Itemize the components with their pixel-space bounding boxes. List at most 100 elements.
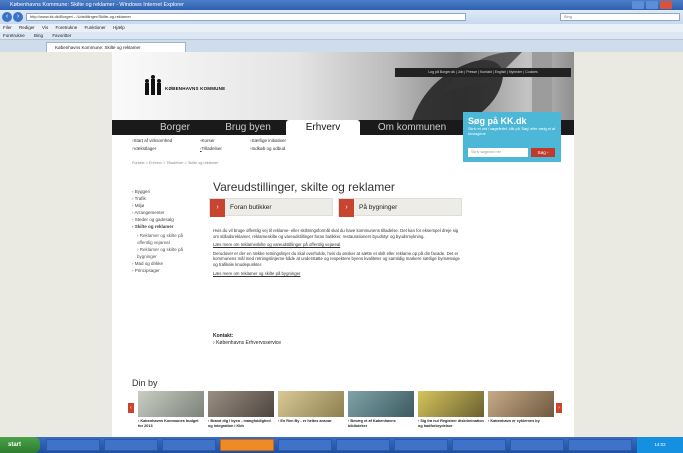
contact-box: Kontakt: › Københavns Erhvervsservice — [213, 333, 281, 347]
contact-link[interactable]: › Københavns Erhvervsservice — [213, 340, 281, 347]
arrow-right-icon: › — [339, 199, 354, 217]
start-button[interactable]: start — [0, 437, 40, 453]
window-title: Københavns Kommune: Skilte og reklamer -… — [10, 2, 184, 8]
carousel-caption-text: Bevæg et af Københavns biblioteker — [348, 419, 396, 428]
carousel-item[interactable]: › En Ren By - er heltes ansvar — [278, 391, 344, 424]
browser-tab[interactable]: Københavns Kommune: Skilte og reklamer — [46, 42, 186, 52]
nav-brug-byen[interactable]: Brug byen — [210, 120, 286, 135]
system-tray-clock[interactable]: 14:02 — [637, 437, 683, 453]
left-nav-item-active[interactable]: › Skilte og reklamer — [132, 223, 200, 230]
menu-help[interactable]: Hjælp — [113, 25, 125, 30]
din-by-title: Din by — [132, 378, 158, 388]
carousel-item[interactable]: › Bevæg et af Københavns biblioteker — [348, 391, 414, 428]
subnav-kurser[interactable]: › Kurser — [200, 137, 215, 144]
top-links[interactable]: Log på Borger.dk | Job | Presse | Kontak… — [395, 68, 571, 77]
carousel-item[interactable]: › Brand dig i byen - mangfoldighed og in… — [208, 391, 274, 428]
left-nav-subitem[interactable]: › Reklamer og skilte på bygninger — [132, 246, 192, 260]
left-nav-label: Miljø — [134, 203, 145, 208]
page-title: Vareudstillinger, skilte og reklamer — [213, 180, 395, 194]
subnav-tilladelser[interactable]: › Tilladelser — [200, 145, 222, 152]
carousel-image — [208, 391, 274, 417]
paa-bygninger-button[interactable]: › På bygninger — [338, 198, 462, 217]
subnav-indkoeb[interactable]: › Indkøb og udbud — [250, 145, 285, 152]
nav-erhverv[interactable]: Erhverv — [286, 120, 360, 135]
left-nav-label: Principsager — [134, 268, 160, 273]
menu-tools[interactable]: Funktioner — [85, 25, 106, 30]
subnav-start[interactable]: › Start af virksomhed — [132, 137, 172, 144]
taskbar-button[interactable] — [452, 439, 506, 451]
menu-view[interactable]: Vis — [42, 25, 48, 30]
carousel-prev-icon[interactable]: ‹ — [128, 403, 134, 413]
taskbar-button-active[interactable] — [220, 439, 274, 451]
subnav-vaekst[interactable]: › Vækstlager — [132, 145, 156, 152]
carousel-caption-text: København er cyklernes by — [490, 419, 540, 423]
left-nav-item[interactable]: › Mad og drikke — [132, 260, 200, 267]
carousel-image — [138, 391, 204, 417]
search-button-label: Søg — [537, 150, 546, 155]
site-search-input[interactable]: Skriv søgeord her — [468, 148, 528, 157]
left-nav-item[interactable]: › Miljø — [132, 202, 200, 209]
taskbar-button[interactable] — [394, 439, 448, 451]
left-nav-item[interactable]: › Principsager — [132, 267, 200, 274]
menu-edit[interactable]: Rediger — [19, 25, 35, 30]
taskbar-button[interactable] — [336, 439, 390, 451]
read-more-link[interactable]: Læs mere om reklameskilte og vareudstill… — [213, 242, 340, 247]
url-input[interactable]: http://www.kk.dk/Borger/.../Udstillinger… — [26, 13, 466, 21]
subnav-saerlige[interactable]: › Særlige initiativer — [250, 137, 286, 144]
favorites-label[interactable]: Foretrukne — [3, 33, 25, 38]
browser-search-input[interactable]: Bing — [560, 13, 680, 21]
minimize-button[interactable] — [632, 1, 644, 9]
bing-favorite[interactable]: Bing — [34, 33, 43, 38]
window-titlebar: Københavns Kommune: Skilte og reklamer -… — [0, 0, 683, 10]
arrow-right-icon: › — [210, 199, 225, 217]
left-nav-label: Skilte og reklamer — [134, 224, 174, 229]
sub-nav: › Start af virksomhed › Vækstlager › Kur… — [132, 137, 432, 159]
paragraph: Derudover er der en række retningslinjer… — [213, 250, 460, 267]
carousel-next-icon[interactable]: › — [556, 403, 562, 413]
forward-button[interactable]: › — [13, 12, 23, 22]
menu-favorites[interactable]: Foretrukne — [55, 25, 77, 30]
taskbar-button[interactable] — [568, 439, 632, 451]
carousel-item[interactable]: › Sig fra nu! Registrer diskrimination o… — [418, 391, 484, 428]
subnav-indkoeb-label: Indkøb og udbud — [251, 146, 286, 151]
carousel-caption: › Bevæg et af Københavns biblioteker — [348, 419, 396, 428]
carousel-item[interactable]: › København er cyklernes by — [488, 391, 554, 424]
back-button[interactable]: ‹ — [2, 12, 12, 22]
nav-om-kommunen[interactable]: Om kommunen — [364, 120, 460, 135]
left-nav-label: Byggeri — [134, 189, 151, 194]
left-nav-item[interactable]: › Arrangementer — [132, 209, 200, 216]
carousel-caption: › København er cyklernes by — [488, 419, 540, 423]
nav-borger[interactable]: Borger — [140, 120, 210, 135]
menu-file[interactable]: Filer — [3, 25, 12, 30]
left-nav-item[interactable]: › Steder og gadesalg — [132, 216, 200, 223]
left-nav-item[interactable]: › Byggeri — [132, 188, 200, 195]
carousel-image — [278, 391, 344, 417]
taskbar-button[interactable] — [162, 439, 216, 451]
breadcrumb[interactable]: Forside > Erhverv > Tilladelser > Skilte… — [132, 161, 218, 165]
left-nav-item[interactable]: › Trafik — [132, 195, 200, 202]
subnav-vaekst-label: Vækstlager — [133, 146, 157, 151]
contact-link-label: Københavns Erhvervsservice — [216, 340, 282, 346]
favorites-bar-label[interactable]: Favoritter — [52, 33, 71, 38]
left-nav-label: Steder og gadesalg — [134, 217, 174, 222]
maximize-button[interactable] — [646, 1, 658, 9]
taskbar-button[interactable] — [104, 439, 158, 451]
taskbar-button[interactable] — [278, 439, 332, 451]
left-nav-subitem[interactable]: › Reklamer og skilte på offentlig vejare… — [132, 232, 192, 246]
site-search-button[interactable]: Søg › — [531, 148, 555, 157]
read-more-link[interactable]: Læs mere om reklamer og skilte på bygnin… — [213, 271, 300, 276]
taskbar-button[interactable] — [46, 439, 100, 451]
paa-bygninger-label: På bygninger — [359, 204, 398, 211]
favorites-bar: Foretrukne Bing Favoritter — [0, 32, 683, 40]
taskbar-button[interactable] — [510, 439, 564, 451]
carousel-item[interactable]: › Københavns Kommunes budget for 2013 — [138, 391, 204, 428]
paragraph: Hvis du vil bruge offentlig vej til rekl… — [213, 228, 459, 239]
subnav-tilladelser-label: Tilladelser — [201, 146, 222, 151]
logo-text[interactable]: KØBENHAVNS KOMMUNE — [165, 86, 225, 91]
carousel-caption-text: Brand dig i byen - mangfoldighed og inte… — [208, 419, 271, 428]
content-body: Hvis du vil bruge offentlig vej til rekl… — [213, 228, 463, 279]
foran-butikker-button[interactable]: › Foran butikker — [209, 198, 333, 217]
carousel-caption: › Brand dig i byen - mangfoldighed og in… — [208, 419, 271, 428]
carousel-image — [348, 391, 414, 417]
close-button[interactable] — [660, 1, 672, 9]
